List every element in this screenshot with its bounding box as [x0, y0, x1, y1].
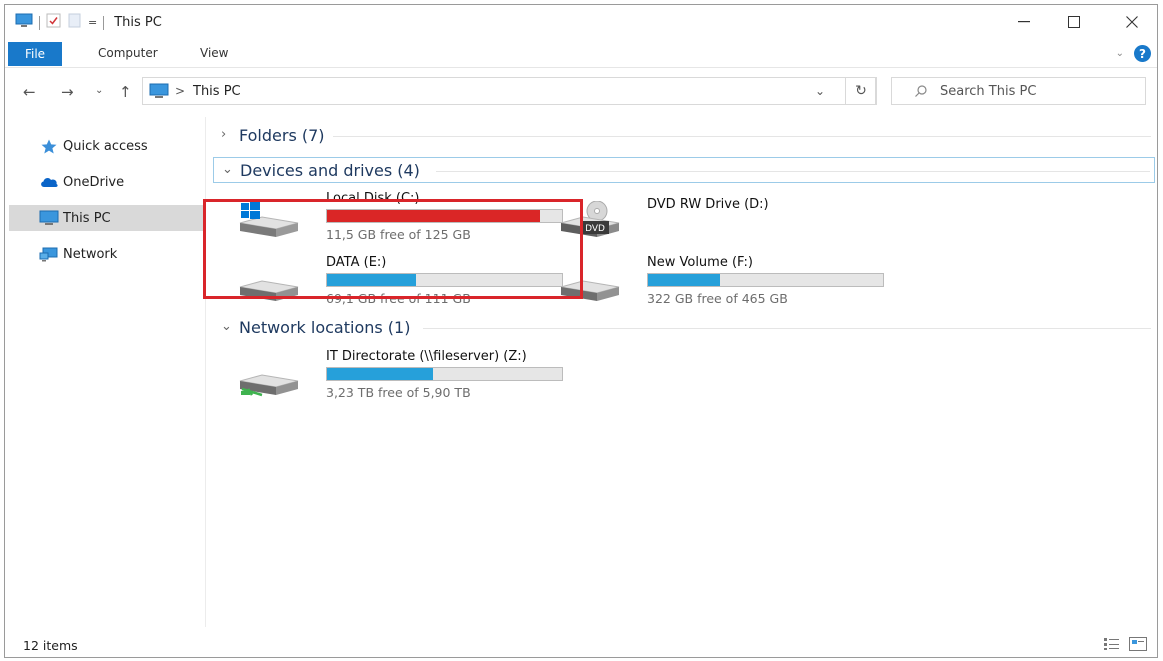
close-icon — [1126, 16, 1138, 28]
properties-icon[interactable] — [46, 13, 61, 32]
drive-usage-bar — [647, 273, 884, 287]
qat-divider — [39, 15, 40, 30]
details-view-icon[interactable] — [1103, 636, 1121, 655]
large-icons-view-icon[interactable] — [1129, 636, 1147, 655]
drive-name: DVD RW Drive (D:) — [647, 197, 769, 212]
drive-usage-bar — [326, 367, 563, 381]
drive-free-space: 69,1 GB free of 111 GB — [326, 291, 471, 306]
hard-drive-icon — [560, 280, 620, 301]
drive-name: New Volume (F:) — [647, 255, 753, 270]
drive-item[interactable]: Local Disk (C:) 11,5 GB free of 125 GB — [238, 191, 563, 251]
dvd-label: DVD — [585, 224, 605, 234]
window-title: This PC — [114, 15, 162, 30]
content-pane: › Folders (7) ⌄ Devices and drives (4) L… — [213, 117, 1157, 627]
minimize-button[interactable] — [1001, 5, 1047, 39]
group-divider — [423, 328, 1151, 329]
nav-item-label: Network — [63, 246, 118, 262]
help-button[interactable]: ? — [1134, 45, 1151, 62]
group-divider — [436, 171, 1150, 172]
refresh-icon: ↻ — [855, 83, 867, 99]
close-button[interactable] — [1109, 5, 1155, 39]
group-header-devices[interactable]: ⌄ Devices and drives (4) — [213, 157, 1155, 183]
collapse-chevron-icon: ⌄ — [221, 319, 232, 334]
nav-item-onedrive[interactable]: OneDrive — [9, 169, 203, 195]
nav-item-label: OneDrive — [63, 174, 125, 190]
quick-access-toolbar: = This PC — [15, 13, 162, 32]
computer-icon — [149, 83, 169, 103]
drive-free-space: 322 GB free of 465 GB — [647, 291, 788, 306]
drive-item[interactable]: IT Directorate (\\fileserver) (Z:) 3,23 … — [238, 349, 563, 409]
drive-item[interactable]: DATA (E:) 69,1 GB free of 111 GB — [238, 255, 563, 315]
nav-item-network[interactable]: Network — [9, 241, 203, 267]
network-icon — [39, 246, 59, 262]
drive-free-space: 3,23 TB free of 5,90 TB — [326, 385, 471, 400]
drive-item[interactable]: New Volume (F:) 322 GB free of 465 GB — [559, 255, 884, 315]
title-bar: = This PC — [5, 5, 1157, 41]
star-icon — [39, 139, 59, 154]
nav-item-quick-access[interactable]: Quick access — [9, 133, 203, 159]
drive-usage-bar — [326, 209, 563, 223]
search-input[interactable] — [940, 82, 1130, 100]
ribbon-tabs: File Computer View ⌄ ? — [5, 41, 1157, 68]
back-arrow-icon[interactable]: ← — [23, 83, 36, 101]
hard-drive-icon — [239, 280, 299, 301]
expand-chevron-icon: › — [221, 127, 227, 142]
refresh-button[interactable]: ↻ — [845, 77, 877, 105]
drive-item[interactable]: DVD DVD RW Drive (D:) — [559, 191, 859, 251]
forward-arrow-icon[interactable]: → — [61, 83, 74, 101]
tab-view[interactable]: View — [200, 46, 228, 60]
address-row: ← → ⌄ ↑ > This PC ⌄ ↻ — [5, 73, 1157, 109]
qat-customize-dropdown[interactable]: = — [88, 16, 97, 29]
group-header-network[interactable]: ⌄ Network locations (1) — [213, 315, 1155, 341]
collapse-chevron-icon: ⌄ — [222, 162, 233, 177]
search-box[interactable] — [891, 77, 1146, 105]
drive-usage-fill — [327, 210, 541, 222]
drive-name: Local Disk (C:) — [326, 191, 420, 206]
drive-name: DATA (E:) — [326, 255, 387, 270]
address-bar[interactable]: > This PC ⌄ — [142, 77, 876, 105]
qat-divider — [103, 15, 105, 30]
windows-drive-icon — [239, 202, 299, 237]
group-header-folders[interactable]: › Folders (7) — [213, 123, 1155, 149]
drive-usage-fill — [327, 274, 416, 286]
nav-item-this-pc[interactable]: This PC — [9, 205, 203, 231]
new-folder-icon[interactable] — [67, 13, 82, 32]
status-bar: 12 items — [5, 631, 1157, 657]
navigation-pane: Quick access OneDrive This PC Network — [5, 117, 206, 627]
search-icon — [915, 85, 927, 97]
drive-usage-bar — [326, 273, 563, 287]
drive-usage-fill — [327, 368, 434, 380]
nav-item-label: This PC — [63, 210, 111, 226]
maximize-icon — [1068, 16, 1080, 28]
up-arrow-icon[interactable]: ↑ — [119, 83, 132, 101]
dvd-drive-icon: DVD — [560, 201, 620, 237]
minimize-icon — [1018, 21, 1030, 23]
recent-locations-chevron-icon[interactable]: ⌄ — [95, 85, 103, 96]
item-count: 12 items — [23, 638, 78, 653]
cloud-icon — [39, 176, 59, 188]
address-dropdown-icon[interactable]: ⌄ — [815, 84, 825, 98]
drive-free-space: 11,5 GB free of 125 GB — [326, 227, 471, 242]
group-title: Devices and drives (4) — [240, 161, 420, 180]
group-divider — [333, 136, 1151, 137]
network-drive-icon — [239, 374, 299, 397]
drive-usage-fill — [648, 274, 721, 286]
group-title: Network locations (1) — [239, 318, 411, 337]
drive-name: IT Directorate (\\fileserver) (Z:) — [326, 349, 527, 364]
ribbon-controls: ⌄ ? — [1116, 45, 1151, 62]
maximize-button[interactable] — [1051, 5, 1097, 39]
tab-computer[interactable]: Computer — [98, 46, 158, 60]
computer-icon — [39, 210, 59, 226]
chevron-down-icon[interactable]: ⌄ — [1116, 48, 1124, 59]
file-explorer-window: = This PC File Computer View ⌄ ? ← → ⌄ ↑ — [4, 4, 1158, 658]
breadcrumb-this-pc[interactable]: This PC — [193, 84, 241, 99]
tab-file[interactable]: File — [8, 42, 62, 66]
view-toggle — [1103, 636, 1147, 655]
computer-icon — [15, 13, 33, 32]
breadcrumb-separator: > — [175, 84, 186, 98]
nav-item-label: Quick access — [63, 138, 148, 154]
group-title: Folders (7) — [239, 126, 325, 145]
